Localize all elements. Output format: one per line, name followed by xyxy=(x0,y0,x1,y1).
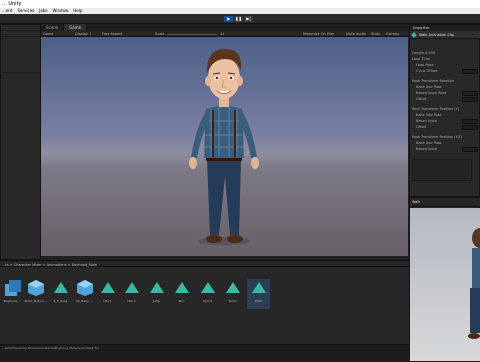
model-icon xyxy=(4,279,22,297)
preview-clip-label: Walk xyxy=(412,200,421,204)
game-viewport[interactable] xyxy=(41,37,408,256)
project-breadcrumb-bar: ...ts > Character Mixer > Animations > B… xyxy=(0,260,409,267)
inspector-field-length: Length 0.000 xyxy=(412,51,436,55)
asset-label: Idle 1 xyxy=(103,299,112,303)
preview-header: Walk xyxy=(410,198,480,207)
inspector-header: Walk Animation Clip xyxy=(410,31,480,39)
hierarchy-row[interactable] xyxy=(1,31,40,37)
hierarchy-panel xyxy=(0,24,41,260)
inspector-field-loop-pose[interactable]: Loop Pose xyxy=(416,63,434,67)
offset-rotation-input[interactable] xyxy=(462,97,478,102)
selected-asset-path: ...sets/Character Mixer/Animations/Boyho… xyxy=(2,346,100,350)
inspector-field-offset-rotation[interactable]: Offset xyxy=(416,97,427,101)
play-button[interactable]: ▶ xyxy=(224,16,233,22)
inspector-section-root-position-y: Root Transform Position (Y) xyxy=(412,107,460,111)
animation-clip-icon xyxy=(99,279,117,297)
inspector-field-based-upon-xz[interactable]: Based Upon xyxy=(416,147,437,151)
asset-label: Run xyxy=(178,299,185,303)
preview-character xyxy=(468,228,480,339)
inspector-field-bake-position-y[interactable]: Bake Into Pose xyxy=(416,113,442,117)
window-title: ... Unity xyxy=(2,1,22,7)
tab-scene[interactable]: Scene xyxy=(41,24,65,31)
pause-button[interactable]: ❚❚ xyxy=(234,16,243,22)
asset-item[interactable]: Anim_Motion... xyxy=(24,279,47,309)
inspector-tab[interactable]: Inspector xyxy=(413,26,429,30)
inspector-title: Walk Animation Clip xyxy=(419,33,455,37)
character-render xyxy=(189,49,259,245)
based-upon-y-select[interactable] xyxy=(462,119,478,124)
project-assets-panel: Boyhood_... Anim_Motion... S_T_Pose SC_B… xyxy=(0,267,409,344)
asset-item[interactable]: Idle 2 xyxy=(120,279,143,309)
asset-item[interactable]: Run xyxy=(170,279,193,309)
inspector-field-cycle-offset[interactable]: Cycle Offset xyxy=(416,69,437,73)
main-toolbar: ▶ ❚❚ ▶| xyxy=(0,14,480,24)
preview-render[interactable] xyxy=(410,208,480,361)
asset-item[interactable]: Swim xyxy=(221,279,244,309)
asset-item[interactable]: SC_Base_... xyxy=(73,279,96,309)
asset-item[interactable]: Boyhood_... xyxy=(1,279,24,309)
inspector-field-offset-y[interactable]: Offset xyxy=(416,125,427,129)
asset-label: Swim xyxy=(228,299,237,303)
step-button[interactable]: ▶| xyxy=(244,16,253,22)
preview-panel: Walk xyxy=(409,197,480,361)
inspector-info-box xyxy=(412,159,472,181)
asset-item[interactable]: Sprint xyxy=(196,279,219,309)
animation-clip-icon xyxy=(411,32,417,38)
asset-item[interactable]: Idle 1 xyxy=(96,279,119,309)
inspector-field-bake-rotation[interactable]: Bake Into Pose xyxy=(416,85,442,89)
asset-label: Sprint xyxy=(203,299,212,303)
tab-game[interactable]: Game xyxy=(64,24,88,31)
based-upon-rotation-select[interactable] xyxy=(462,91,478,96)
project-breadcrumb[interactable]: ...ts > Character Mixer > Animations > B… xyxy=(2,263,97,267)
inspector-panel: Inspector Walk Animation Clip Length 0.0… xyxy=(409,24,480,197)
inspector-section-root-position-xz: Root Transform Position (XZ) xyxy=(412,135,462,139)
inspector-field-bake-position-xz[interactable]: Bake Into Pose xyxy=(416,141,442,145)
inspector-field-based-upon-rotation[interactable]: Based Upon Root xyxy=(416,91,446,95)
asset-item-selected[interactable]: Walk xyxy=(247,279,270,309)
asset-item[interactable]: S_T_Pose xyxy=(49,279,72,309)
animation-clip-icon xyxy=(148,279,166,297)
asset-label: Walk xyxy=(254,299,263,303)
asset-label: SC_Base_... xyxy=(75,299,94,303)
view-tabs: Scene Game xyxy=(41,24,409,31)
asset-item[interactable]: Jump xyxy=(145,279,168,309)
model-icon xyxy=(27,279,45,297)
asset-label: Anim_Motion... xyxy=(24,299,47,303)
based-upon-xz-select[interactable] xyxy=(462,147,478,152)
inspector-section-root-rotation: Root Transform Rotation xyxy=(412,79,455,83)
inspector-field-based-upon-y[interactable]: Based Upon xyxy=(416,119,437,123)
cycle-offset-input[interactable] xyxy=(462,69,478,74)
inspector-field-loop-time[interactable]: Loop Time xyxy=(412,57,430,61)
play-controls: ▶ ❚❚ ▶| xyxy=(224,16,253,22)
hierarchy-row[interactable] xyxy=(1,67,40,73)
title-bar: ... Unity xyxy=(0,0,480,8)
animation-clip-icon xyxy=(52,279,70,297)
animation-clip-icon xyxy=(173,279,191,297)
asset-label: Idle 2 xyxy=(127,299,136,303)
asset-label: Jump xyxy=(152,299,161,303)
asset-label: S_T_Pose xyxy=(53,299,68,303)
project-status-bar: ...sets/Character Mixer/Animations/Boyho… xyxy=(0,344,409,360)
model-icon xyxy=(76,279,94,297)
animation-clip-icon xyxy=(250,279,268,297)
animation-clip-icon xyxy=(123,279,141,297)
animation-clip-icon xyxy=(199,279,217,297)
asset-label: Boyhood_... xyxy=(3,299,22,303)
scale-slider-track[interactable] xyxy=(167,33,217,35)
offset-y-input[interactable] xyxy=(462,125,478,130)
animation-clip-icon xyxy=(224,279,242,297)
